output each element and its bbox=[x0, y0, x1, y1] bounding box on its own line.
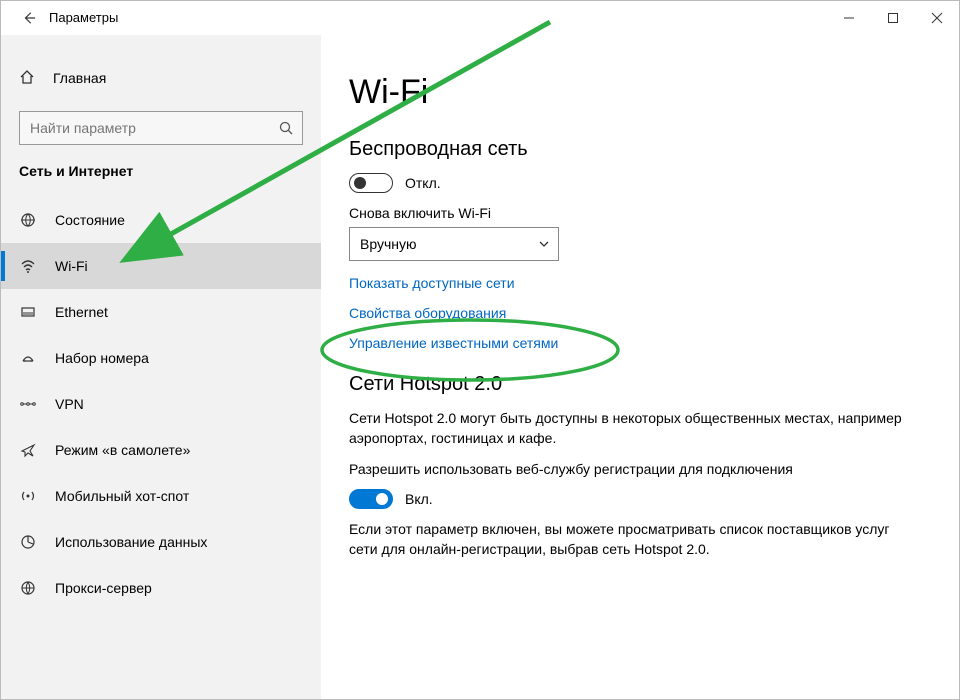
sidebar-item-label: Ethernet bbox=[55, 304, 108, 320]
sidebar-item-label: Использование данных bbox=[55, 534, 207, 550]
hotspot-allow-label: Разрешить использовать веб-службу регист… bbox=[349, 459, 909, 479]
wifi-icon bbox=[19, 258, 37, 274]
content-pane: Wi-Fi Беспроводная сеть Откл. Снова вклю… bbox=[321, 35, 959, 699]
ethernet-icon bbox=[19, 304, 37, 320]
sidebar: Главная Сеть и Интернет Состояние bbox=[1, 35, 321, 699]
dropdown-value: Вручную bbox=[360, 236, 417, 252]
search-input[interactable] bbox=[19, 111, 303, 145]
search-field[interactable] bbox=[30, 120, 278, 136]
close-icon bbox=[931, 12, 943, 24]
home-link[interactable]: Главная bbox=[1, 59, 321, 97]
minimize-icon bbox=[843, 12, 855, 24]
sidebar-item-airplane[interactable]: Режим «в самолете» bbox=[1, 427, 321, 473]
sidebar-item-proxy[interactable]: Прокси-сервер bbox=[1, 565, 321, 611]
manage-known-networks-link[interactable]: Управление известными сетями bbox=[349, 335, 931, 351]
wireless-toggle[interactable] bbox=[349, 173, 393, 193]
hotspot-icon bbox=[19, 488, 37, 504]
sidebar-category: Сеть и Интернет bbox=[1, 163, 321, 179]
page-title: Wi-Fi bbox=[349, 73, 931, 112]
home-label: Главная bbox=[53, 70, 106, 86]
hotspot-note: Если этот параметр включен, вы можете пр… bbox=[349, 519, 909, 560]
wireless-toggle-status: Откл. bbox=[405, 175, 441, 191]
home-icon bbox=[19, 69, 35, 88]
hardware-properties-link[interactable]: Свойства оборудования bbox=[349, 305, 931, 321]
hotspot-heading: Сети Hotspot 2.0 bbox=[349, 373, 931, 396]
airplane-mode-icon bbox=[19, 442, 37, 458]
show-networks-link[interactable]: Показать доступные сети bbox=[349, 275, 931, 291]
data-usage-icon bbox=[19, 534, 37, 550]
sidebar-item-label: VPN bbox=[55, 396, 84, 412]
maximize-button[interactable] bbox=[871, 1, 915, 34]
titlebar: Параметры bbox=[1, 1, 959, 35]
arrow-left-icon bbox=[22, 11, 36, 25]
sidebar-item-vpn[interactable]: VPN bbox=[1, 381, 321, 427]
reenable-wifi-label: Снова включить Wi-Fi bbox=[349, 205, 931, 221]
close-button[interactable] bbox=[915, 1, 959, 34]
sidebar-item-label: Режим «в самолете» bbox=[55, 442, 190, 458]
vpn-icon bbox=[19, 398, 37, 410]
hotspot-toggle-status: Вкл. bbox=[405, 491, 433, 507]
sidebar-item-label: Wi-Fi bbox=[55, 258, 88, 274]
chevron-down-icon bbox=[538, 238, 550, 250]
window-title: Параметры bbox=[49, 10, 118, 25]
hotspot-description: Сети Hotspot 2.0 могут быть доступны в н… bbox=[349, 408, 909, 449]
sidebar-item-label: Состояние bbox=[55, 212, 125, 228]
sidebar-item-dialup[interactable]: Набор номера bbox=[1, 335, 321, 381]
sidebar-item-status[interactable]: Состояние bbox=[1, 197, 321, 243]
sidebar-item-label: Мобильный хот-спот bbox=[55, 488, 189, 504]
back-button[interactable] bbox=[15, 11, 43, 25]
sidebar-item-datausage[interactable]: Использование данных bbox=[1, 519, 321, 565]
proxy-icon bbox=[19, 580, 37, 596]
sidebar-item-hotspot[interactable]: Мобильный хот-спот bbox=[1, 473, 321, 519]
minimize-button[interactable] bbox=[827, 1, 871, 34]
status-icon bbox=[19, 212, 37, 228]
maximize-icon bbox=[887, 12, 899, 24]
window-controls bbox=[827, 1, 959, 34]
reenable-wifi-dropdown[interactable]: Вручную bbox=[349, 227, 559, 261]
search-icon bbox=[278, 120, 294, 136]
dialup-icon bbox=[19, 350, 37, 366]
sidebar-item-wifi[interactable]: Wi-Fi bbox=[1, 243, 321, 289]
sidebar-item-label: Набор номера bbox=[55, 350, 149, 366]
sidebar-item-label: Прокси-сервер bbox=[55, 580, 152, 596]
hotspot-toggle[interactable] bbox=[349, 489, 393, 509]
sidebar-item-ethernet[interactable]: Ethernet bbox=[1, 289, 321, 335]
wireless-heading: Беспроводная сеть bbox=[349, 138, 931, 161]
